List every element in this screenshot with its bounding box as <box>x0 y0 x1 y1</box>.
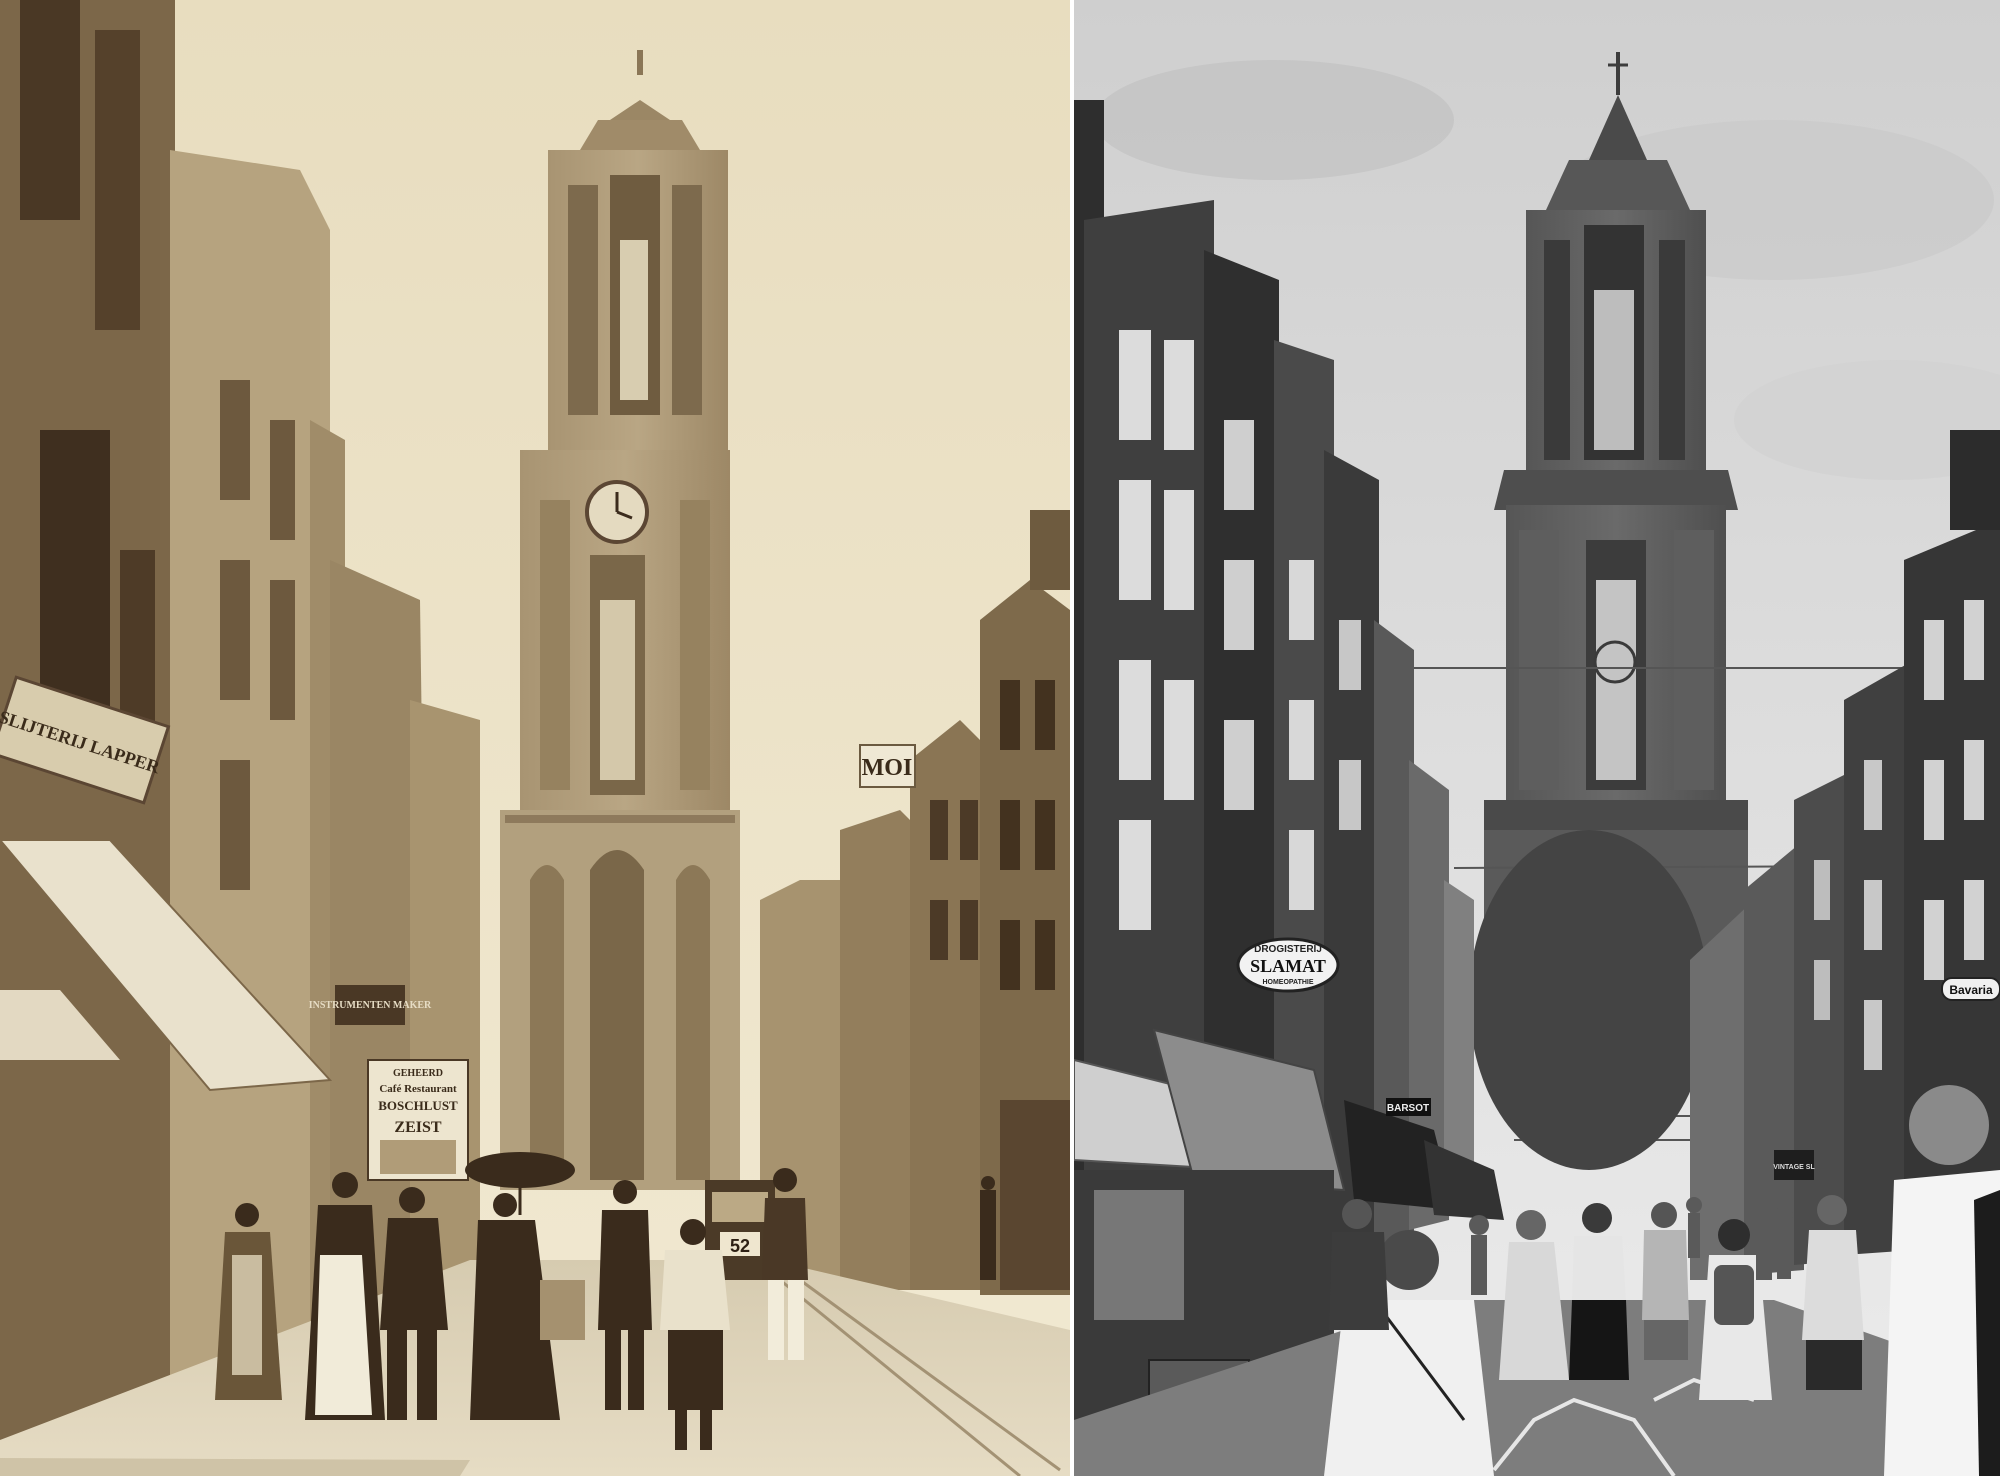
moi-sign-text: MOI <box>862 755 913 781</box>
drogisterij-sub: HOMEOPATHIE <box>1262 979 1313 986</box>
historic-street-scene: MOI SLIJTERIJ LAPPER INSTRUMENTEN MAKER … <box>0 0 1070 1476</box>
shutter <box>20 0 80 220</box>
drogisterij-top: DROGISTERIJ <box>1254 944 1322 955</box>
barsot-sign-text: BARSOT <box>1387 1103 1429 1114</box>
modern-photo-panel: DROGISTERIJ SLAMAT HOMEOPATHIE BARSOT Ba… <box>1074 0 2000 1476</box>
poster-line1: Café Restaurant <box>379 1083 457 1095</box>
poster-top: GEHEERD <box>393 1068 443 1079</box>
vintage-sign-text: VINTAGE SL <box>1773 1164 1815 1171</box>
tree <box>1469 830 1709 1170</box>
poster-line3: ZEIST <box>394 1119 441 1136</box>
instrument-sign-text: INSTRUMENTEN MAKER <box>309 1000 432 1011</box>
historic-photo-panel: MOI SLIJTERIJ LAPPER INSTRUMENTEN MAKER … <box>0 0 1070 1476</box>
modern-street-scene: DROGISTERIJ SLAMAT HOMEOPATHIE BARSOT Ba… <box>1074 0 2000 1476</box>
bavaria-sign-text: Bavaria <box>1949 983 1993 997</box>
tram-number: 52 <box>730 1236 750 1256</box>
drogisterij-main: SLAMAT <box>1250 956 1326 976</box>
poster-line2: BOSCHLUST <box>378 1098 458 1113</box>
